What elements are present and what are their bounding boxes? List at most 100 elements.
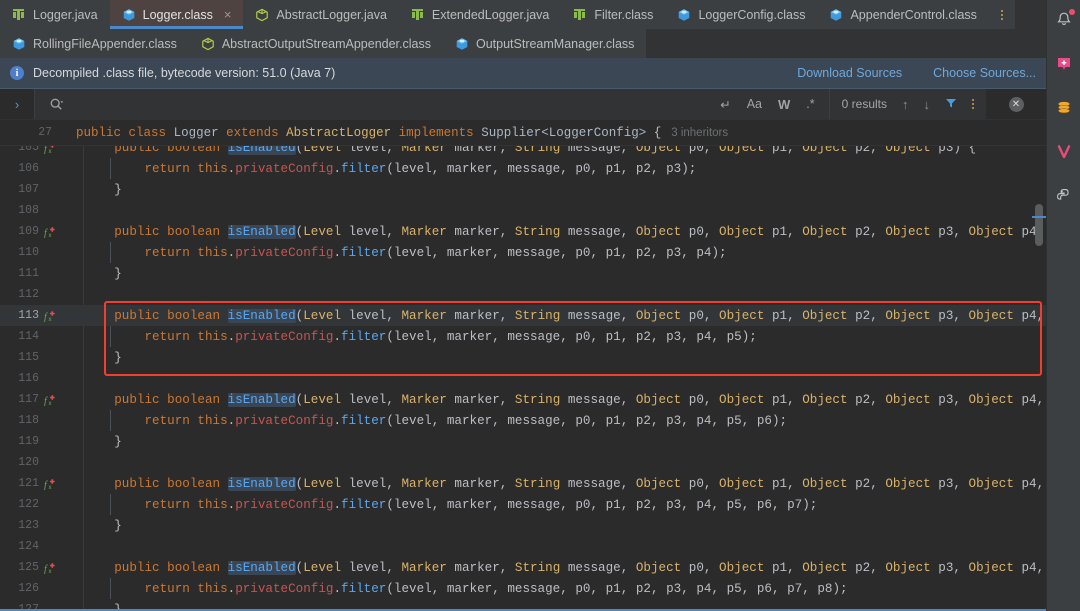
code-line[interactable]: 119 }	[0, 431, 1046, 452]
line-gutter: 125 f x	[0, 557, 62, 578]
line-gutter: 122	[0, 494, 62, 515]
editor-scrollbar-thumb[interactable]	[1035, 204, 1043, 246]
line-gutter: 113 f x	[0, 305, 62, 326]
gutter-spacer	[44, 541, 56, 553]
filter-icon[interactable]	[945, 97, 957, 112]
line-number: 126	[18, 582, 39, 595]
method-overrides-icon[interactable]: fx	[44, 310, 56, 323]
editor-tab-abstractoutputstreamappender-class[interactable]: AbstractOutputStreamAppender.class	[188, 29, 443, 58]
code-editor[interactable]: 105 f x public boolean isEnabled(Level lev…	[0, 146, 1046, 609]
notifications-icon[interactable]	[1052, 8, 1076, 32]
choose-sources-link[interactable]: Choose Sources...	[933, 66, 1036, 80]
database-icon[interactable]	[1052, 96, 1076, 120]
editor-tab-rollingfileappender-class[interactable]: RollingFileAppender.class	[0, 29, 189, 58]
code-line[interactable]: 114 return this.privateConfig.filter(lev…	[0, 326, 1046, 347]
editor-tab-outputstreammanager-class[interactable]: OutputStreamManager.class	[442, 29, 647, 58]
code-line[interactable]: 110 return this.privateConfig.filter(lev…	[0, 242, 1046, 263]
code-line[interactable]: 121 f x public boolean isEnabled(Level lev…	[0, 473, 1046, 494]
search-results-controls: 0 results ↑ ↓	[828, 89, 986, 119]
method-overrides-icon[interactable]: fx	[44, 478, 56, 491]
code-line[interactable]: 126 return this.privateConfig.filter(lev…	[0, 578, 1046, 599]
regex-toggle[interactable]: .*	[806, 97, 814, 111]
editor-tab-extendedlogger-java[interactable]: ExtendedLogger.java	[398, 0, 562, 29]
code-text: }	[62, 603, 122, 610]
code-line[interactable]: 127 }	[0, 599, 1046, 610]
line-gutter: 107	[0, 179, 62, 200]
more-options-icon[interactable]	[972, 99, 974, 109]
editor-tab-loggerconfig-class[interactable]: LoggerConfig.class	[665, 0, 818, 29]
editor-tab-appendercontrol-class[interactable]: AppenderControl.class	[817, 0, 989, 29]
code-line[interactable]: 113 f x public boolean isEnabled(Level lev…	[0, 305, 1046, 326]
find-toolbar: › ↵ Aa W .* 0 results ↑ ↓ ✕	[0, 89, 1046, 120]
method-overrides-icon[interactable]: fx	[44, 562, 56, 575]
code-line[interactable]: 123 }	[0, 515, 1046, 536]
decompiled-notification-bar: i Decompiled .class file, bytecode versi…	[0, 58, 1046, 89]
multiline-toggle-icon[interactable]: ↵	[720, 97, 730, 112]
code-text: }	[114, 266, 122, 281]
code-line[interactable]: 122 return this.privateConfig.filter(lev…	[0, 494, 1046, 515]
vue-icon[interactable]	[1052, 140, 1076, 164]
right-tool-sidebar	[1046, 0, 1080, 611]
code-line[interactable]: 125 f x public boolean isEnabled(Level lev…	[0, 557, 1046, 578]
code-line[interactable]: 105 f x public boolean isEnabled(Level lev…	[0, 146, 1046, 158]
code-line[interactable]: 112	[0, 284, 1046, 305]
line-gutter: 116	[0, 368, 62, 389]
search-icon[interactable]	[49, 97, 64, 112]
close-tab-icon[interactable]: ×	[224, 8, 232, 21]
editor-tab-filter-class[interactable]: Filter.class	[561, 0, 666, 29]
editor-tab-logger-java[interactable]: Logger.java	[0, 0, 110, 29]
line-gutter: 119	[0, 431, 62, 452]
line-number: 112	[18, 288, 39, 301]
download-sources-link[interactable]: Download Sources	[797, 66, 902, 80]
tab-row-1: Logger.java Logger.class × AbstractLogger.j…	[0, 0, 1046, 29]
code-line[interactable]: 109 f x public boolean isEnabled(Level lev…	[0, 221, 1046, 242]
line-number: 108	[18, 204, 39, 217]
gutter-spacer	[44, 352, 56, 364]
editor-tab-logger-class[interactable]: Logger.class ×	[109, 0, 244, 29]
search-field-container: ↵ Aa W .*	[34, 89, 829, 119]
method-overrides-icon[interactable]: fx	[44, 146, 56, 155]
code-line[interactable]: 120	[0, 452, 1046, 473]
svg-text:f: f	[44, 228, 48, 238]
tab-list-more-icon[interactable]	[989, 0, 1015, 29]
gutter-spacer	[44, 604, 56, 610]
code-text: public boolean isEnabled(Level level, Ma…	[114, 560, 1045, 575]
code-line[interactable]: 111 }	[0, 263, 1046, 284]
words-toggle[interactable]: W	[778, 97, 790, 112]
python-packages-icon[interactable]	[1052, 184, 1076, 208]
code-line[interactable]: 115 }	[0, 347, 1046, 368]
notification-badge	[1069, 9, 1075, 15]
prev-match-icon[interactable]: ↑	[902, 97, 909, 112]
svg-text:x: x	[49, 149, 52, 154]
close-icon[interactable]: ✕	[1008, 96, 1024, 112]
line-gutter: 124	[0, 536, 62, 557]
expand-search-options-icon[interactable]: ›	[0, 97, 34, 112]
code-line[interactable]: 108	[0, 200, 1046, 221]
method-overrides-icon[interactable]: fx	[44, 226, 56, 239]
declaration-code: public class Logger extends AbstractLogg…	[76, 125, 662, 140]
method-overrides-icon[interactable]: fx	[44, 394, 56, 407]
code-line[interactable]: 107 }	[0, 179, 1046, 200]
search-input[interactable]	[64, 96, 721, 112]
code-line[interactable]: 116	[0, 368, 1046, 389]
indent-guide	[110, 410, 111, 431]
code-line[interactable]: 118 return this.privateConfig.filter(lev…	[0, 410, 1046, 431]
svg-text:x: x	[49, 401, 52, 406]
code-line[interactable]: 106 return this.privateConfig.filter(lev…	[0, 158, 1046, 179]
line-gutter: 114	[0, 326, 62, 347]
gutter-spacer	[44, 247, 56, 259]
code-line[interactable]: 117 f x public boolean isEnabled(Level lev…	[0, 389, 1046, 410]
line-number: 113	[18, 309, 39, 322]
tab-row-2: RollingFileAppender.class AbstractOutputS…	[0, 29, 1046, 58]
code-line[interactable]: 124	[0, 536, 1046, 557]
line-number: 123	[18, 519, 39, 532]
next-match-icon[interactable]: ↓	[924, 97, 931, 112]
editor-tab-abstractlogger-java[interactable]: AbstractLogger.java	[243, 0, 399, 29]
bookmarks-icon[interactable]	[1052, 52, 1076, 76]
line-gutter: 115	[0, 347, 62, 368]
match-case-toggle[interactable]: Aa	[747, 97, 762, 111]
gutter-spacer	[44, 583, 56, 595]
tab-label: OutputStreamManager.class	[475, 36, 635, 51]
svg-text:x: x	[49, 569, 52, 574]
tab-label: LoggerConfig.class	[698, 7, 806, 22]
